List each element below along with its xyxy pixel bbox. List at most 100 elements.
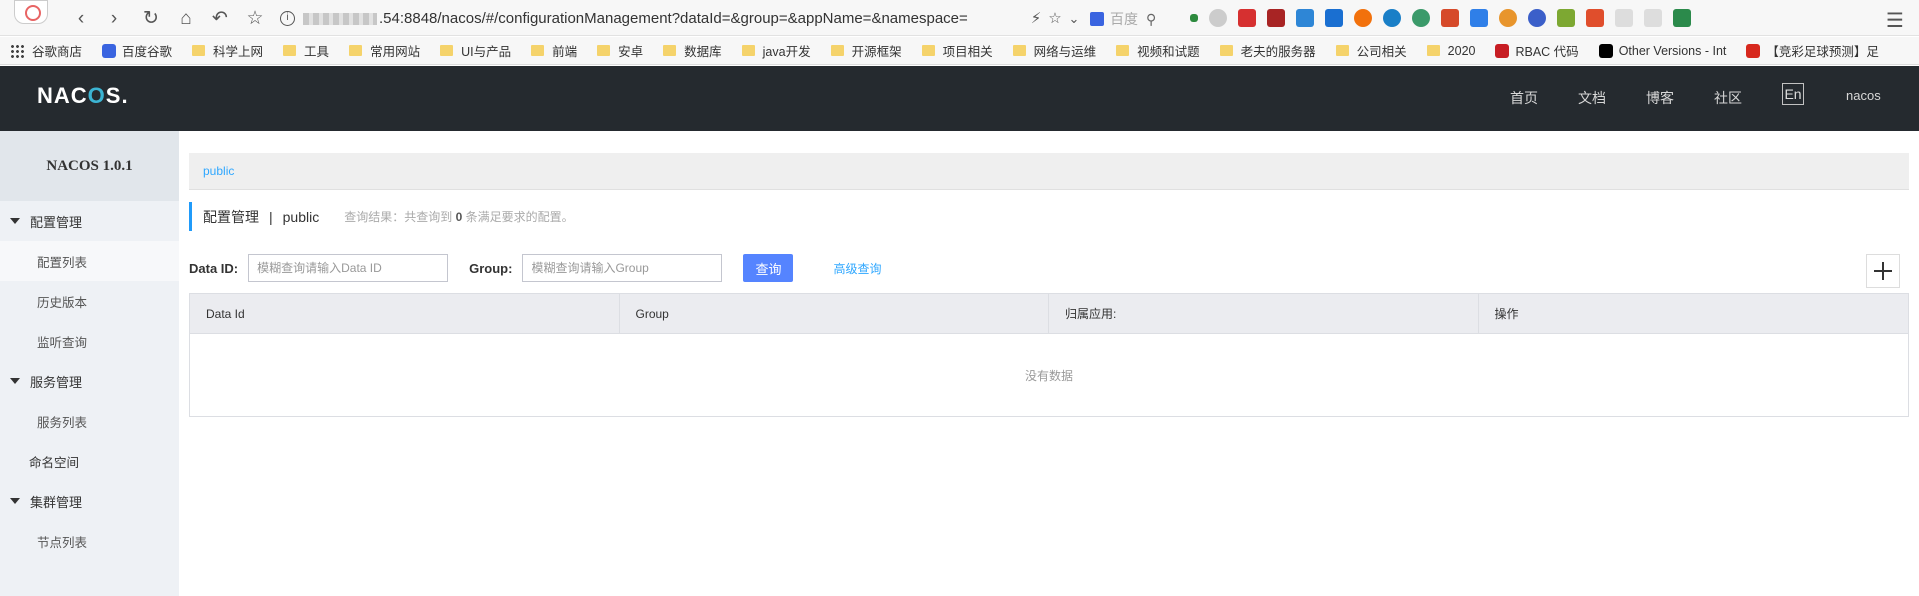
folder-icon (349, 45, 363, 56)
back-icon[interactable]: ‹ (70, 8, 92, 30)
sidebar-item-history[interactable]: 历史版本 (0, 281, 179, 321)
folder-icon (1335, 45, 1349, 56)
extension-gray2-icon[interactable] (1615, 9, 1633, 27)
bookmark-item[interactable]: 开源框架 (830, 41, 902, 60)
extension-cookie-icon[interactable] (1499, 9, 1517, 27)
sidebar-title: NACOS 1.0.1 (0, 131, 179, 201)
nav-docs[interactable]: 文档 (1578, 88, 1606, 108)
bookmark-item[interactable]: 视频和试题 (1116, 41, 1200, 60)
nav-community[interactable]: 社区 (1714, 88, 1742, 108)
user-name[interactable]: nacos (1846, 88, 1881, 103)
bookmark-item[interactable]: 【竞彩足球预测】足 (1746, 41, 1879, 60)
search-icon[interactable]: ⚲ (1146, 11, 1156, 28)
bookmark-item[interactable]: 老夫的服务器 (1219, 41, 1316, 60)
site-info-icon[interactable]: i (280, 11, 295, 26)
extension-translate-icon[interactable] (1296, 9, 1314, 27)
home-icon[interactable]: ⌂ (175, 8, 197, 30)
profile-icon[interactable] (14, 0, 48, 24)
column-group: Group (620, 294, 1049, 333)
extension-shield-icon[interactable] (1673, 9, 1691, 27)
extension-infinity-icon[interactable] (1354, 9, 1372, 27)
nav-home[interactable]: 首页 (1510, 88, 1538, 108)
chevron-down-icon[interactable]: ⌄ (1063, 8, 1085, 30)
extension-gray-icon[interactable] (1209, 9, 1227, 27)
extension-flag-icon[interactable] (1190, 14, 1198, 22)
sidebar-item-listener-query[interactable]: 监听查询 (0, 321, 179, 361)
undo-icon[interactable]: ↶ (209, 8, 231, 30)
extension-green-icon[interactable] (1557, 9, 1575, 27)
folder-icon (1012, 45, 1026, 56)
app-header: NACOS. 首页 文档 博客 社区 En nacos (0, 66, 1919, 131)
search-engine-box[interactable]: 百度 ⚲ (1090, 8, 1170, 30)
bookmark-item[interactable]: RBAC 代码 (1495, 41, 1579, 60)
bookmark-item[interactable]: 工具 (283, 41, 329, 60)
bookmark-item[interactable]: 数据库 (663, 41, 722, 60)
extension-history-icon[interactable] (1383, 9, 1401, 27)
menu-icon[interactable]: ☰ (1886, 8, 1904, 33)
bookmark-label: 常用网站 (370, 45, 421, 59)
folder-icon (830, 45, 844, 56)
sidebar-item-namespace[interactable]: 命名空间 (0, 441, 179, 481)
extension-edit-icon[interactable] (1470, 9, 1488, 27)
apps-icon (10, 43, 24, 58)
extension-paw-icon[interactable] (1528, 9, 1546, 27)
bookmark-label: 数据库 (684, 45, 722, 59)
folder-icon (597, 45, 611, 56)
folder-icon (741, 45, 755, 56)
sidebar: NACOS 1.0.1 配置管理 配置列表 历史版本 监听查询 服务管理 服务列… (0, 131, 179, 596)
advanced-query-link[interactable]: 高级查询 (833, 260, 881, 277)
bookmark-item[interactable]: UI与产品 (440, 41, 511, 60)
extension-antenna-icon[interactable] (1586, 9, 1604, 27)
group-input[interactable] (522, 254, 723, 282)
page-title-namespace: public (282, 208, 320, 225)
bookmarks-bar: 谷歌商店 百度谷歌 科学上网 工具 常用网站 UI与产品 前端 安卓 数据库 java开发 开源框架… (0, 37, 1919, 65)
query-result-summary: 查询结果：共查询到 0 条满足要求的配置。 (344, 208, 573, 225)
sidebar-group-service[interactable]: 服务管理 (0, 361, 179, 401)
bookmark-item[interactable]: 谷歌商店 (10, 41, 82, 60)
sidebar-group-cluster[interactable]: 集群管理 (0, 481, 179, 521)
extension-pocket-icon[interactable] (1325, 9, 1343, 27)
bookmark-item[interactable]: 百度谷歌 (102, 41, 172, 60)
folder-icon (921, 45, 935, 56)
folder-icon (192, 45, 206, 56)
bookmark-item[interactable]: 安卓 (597, 41, 643, 60)
sidebar-group-label: 服务管理 (30, 374, 83, 390)
sidebar-group-config[interactable]: 配置管理 (0, 201, 179, 241)
bookmark-label: UI与产品 (461, 45, 512, 59)
address-bar[interactable]: i .54:8848/nacos/#/configurationManageme… (280, 6, 1080, 31)
bookmark-label: RBAC 代码 (1515, 45, 1579, 59)
bookmark-item[interactable]: 科学上网 (192, 41, 263, 60)
bookmark-label: java开发 (762, 45, 811, 59)
language-toggle-button[interactable]: En (1782, 83, 1804, 105)
bookmark-item[interactable]: Other Versions - Int (1598, 43, 1727, 58)
sidebar-item-node-list[interactable]: 节点列表 (0, 521, 179, 561)
bookmark-item[interactable]: 项目相关 (921, 41, 993, 60)
bookmark-item[interactable]: java开发 (741, 41, 811, 60)
bookmark-label: Other Versions - Int (1618, 43, 1727, 58)
extension-wave-icon[interactable] (1412, 9, 1430, 27)
forward-icon[interactable]: › (103, 8, 125, 30)
title-separator: | (269, 208, 273, 225)
nacos-logo[interactable]: NACOS. (37, 83, 129, 109)
extension-office-icon[interactable] (1441, 9, 1459, 27)
reload-icon[interactable]: ↻ (140, 8, 162, 30)
sidebar-item-service-list[interactable]: 服务列表 (0, 401, 179, 441)
bookmark-item[interactable]: 常用网站 (349, 41, 420, 60)
add-config-button[interactable] (1866, 254, 1900, 288)
namespace-tab-public[interactable]: public (203, 164, 234, 178)
page-title: 配置管理 (203, 208, 259, 225)
bookmark-item[interactable]: 网络与运维 (1012, 41, 1096, 60)
bookmark-item[interactable]: 2020 (1426, 44, 1475, 58)
bookmark-item[interactable]: 前端 (531, 41, 577, 60)
extension-gitzip-icon[interactable] (1644, 9, 1662, 27)
bookmark-item[interactable]: 公司相关 (1335, 41, 1407, 60)
extension-fe-icon[interactable] (1238, 9, 1256, 27)
dataid-input[interactable] (248, 254, 449, 282)
nav-blog[interactable]: 博客 (1646, 88, 1674, 108)
extension-js-icon[interactable] (1267, 9, 1285, 27)
bookmark-label: 安卓 (618, 45, 644, 59)
bookmark-star-icon[interactable]: ☆ (244, 8, 266, 30)
sidebar-item-config-list[interactable]: 配置列表 (0, 241, 179, 281)
bookmark-label: 项目相关 (942, 45, 993, 59)
query-button[interactable]: 查询 (743, 254, 794, 282)
